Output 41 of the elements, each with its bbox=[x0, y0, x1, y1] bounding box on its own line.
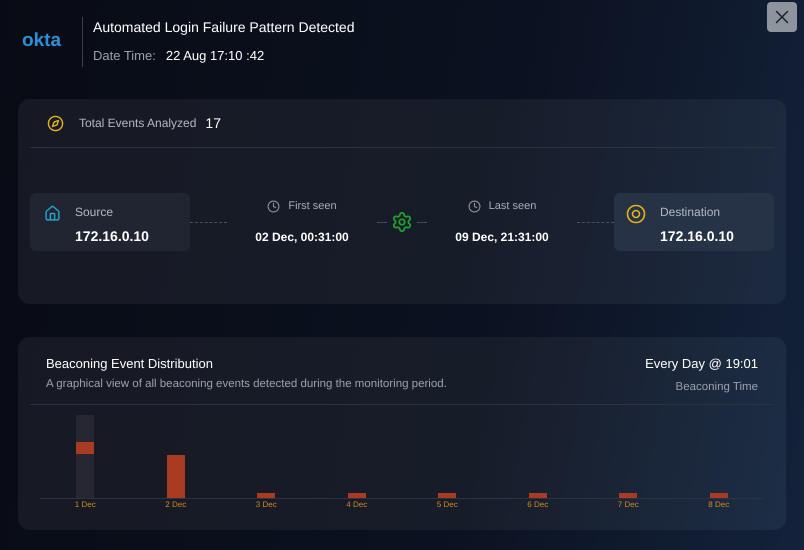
date-value: 22 Aug 17:10 :42 bbox=[166, 47, 264, 66]
bar bbox=[710, 493, 728, 498]
bar bbox=[76, 442, 94, 454]
close-button[interactable] bbox=[767, 2, 797, 32]
alert-title: Automated Login Failure Pattern Detected bbox=[93, 18, 354, 38]
axis-label: 4 Dec bbox=[346, 499, 368, 511]
source-value: 172.16.0.10 bbox=[75, 227, 149, 246]
clock-icon bbox=[468, 200, 481, 212]
schedule-label: Beaconing Time bbox=[676, 380, 758, 394]
gear-icon bbox=[391, 211, 413, 233]
axis-label: 7 Dec bbox=[618, 499, 639, 511]
events-label: Total Events Analyzed bbox=[79, 115, 196, 132]
axis-label: 1 Dec bbox=[74, 499, 96, 511]
compass-icon bbox=[47, 114, 64, 132]
axis-label: 6 Dec bbox=[527, 499, 548, 511]
bar bbox=[528, 493, 547, 498]
bar bbox=[619, 493, 638, 498]
target-icon bbox=[626, 204, 646, 224]
house-icon bbox=[44, 205, 61, 222]
axis-label: 2 Dec bbox=[165, 499, 186, 511]
bar bbox=[438, 493, 456, 498]
clock-icon bbox=[267, 200, 280, 212]
source-label: Source bbox=[75, 204, 114, 221]
axis-label: 3 Dec bbox=[256, 499, 277, 511]
chart-title: Beaconing Event Distribution bbox=[46, 355, 214, 373]
bar bbox=[348, 493, 366, 498]
first-seen-value: 02 Dec, 00:31:00 bbox=[255, 229, 349, 246]
date-label: Date Time: bbox=[93, 47, 156, 66]
bar bbox=[166, 455, 185, 498]
bar bbox=[257, 493, 276, 498]
destination-label: Destination bbox=[660, 204, 722, 221]
destination-value: 172.16.0.10 bbox=[660, 227, 734, 246]
schedule-value: Every Day @ 19:01 bbox=[645, 355, 758, 373]
last-seen-label: Last seen bbox=[488, 198, 536, 214]
chart-subtitle: A graphical view of all beaconing events detected during the monitoring period. bbox=[46, 376, 447, 392]
axis-label: 8 Dec bbox=[708, 499, 730, 511]
logo: okta bbox=[22, 29, 62, 54]
axis-label: 5 Dec bbox=[436, 499, 458, 511]
first-seen-label: First seen bbox=[288, 198, 337, 214]
events-count: 17 bbox=[205, 114, 221, 132]
last-seen-value: 09 Dec, 21:31:00 bbox=[455, 229, 549, 246]
